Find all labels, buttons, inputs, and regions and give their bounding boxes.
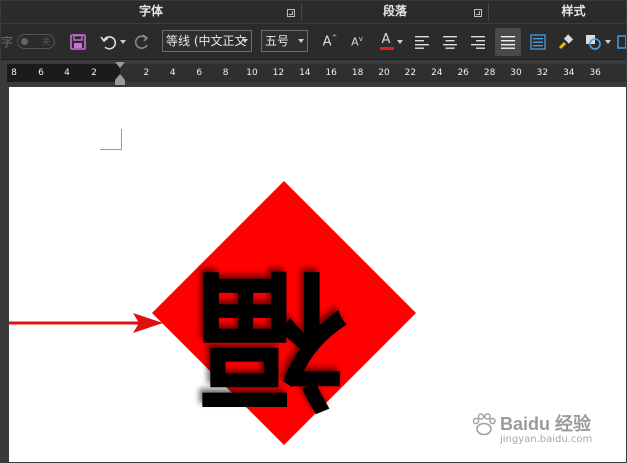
ruler-tick-label: 2	[143, 68, 150, 78]
toggle-knob	[21, 38, 28, 45]
undo-icon	[99, 36, 116, 50]
align-center-icon	[443, 36, 457, 49]
horizontal-ruler[interactable]: 8 6 4 2 2 4 6 8 10 12 14 16 18 20 22 24 26 28 30 32 34 36	[1, 59, 626, 86]
select-icon	[616, 35, 626, 49]
ruler-tick-label: 14	[299, 68, 311, 78]
first-line-indent-marker-icon[interactable]	[115, 62, 125, 68]
justify-button[interactable]	[495, 28, 521, 56]
grow-font-icon: A^	[322, 34, 338, 50]
paragraph-dialog-launcher-icon[interactable]	[474, 9, 482, 17]
ghost-character: 字	[1, 35, 14, 49]
shrink-font-icon: Av	[351, 35, 363, 49]
more-button[interactable]	[615, 24, 626, 60]
group-font: 字体	[1, 1, 301, 23]
format-painter-button[interactable]	[555, 24, 577, 60]
align-left-icon	[415, 36, 429, 49]
group-paragraph: 段落	[302, 1, 488, 23]
ruler-tick-label: 36	[589, 68, 601, 78]
watermark-url: jingyan.baidu.com	[500, 434, 593, 445]
shapes-icon	[585, 35, 601, 50]
group-paragraph-label: 段落	[382, 4, 407, 18]
document-area[interactable]: 福 Baidu 经验 jingyan.baidu.com	[1, 85, 626, 462]
red-arrow-icon	[9, 313, 163, 333]
document-page[interactable]: 福 Baidu 经验 jingyan.baidu.com	[9, 87, 626, 462]
paintbrush-icon	[558, 34, 574, 50]
baidu-paw-icon	[472, 413, 496, 436]
ruler-tick-label: 26	[457, 68, 469, 78]
ruler-tick-label: 34	[563, 68, 575, 78]
font-color-icon: A	[379, 32, 394, 51]
group-styles-label: 样式	[561, 4, 586, 18]
chevron-down-icon	[119, 40, 126, 44]
ruler-tick-label: 20	[378, 68, 390, 78]
app-window: 字体 段落 样式 字 关 等线 (中文正文 五号 A^ Av A 8 6 4 2…	[0, 0, 627, 463]
distributed-icon	[530, 34, 546, 50]
font-color-button[interactable]: A	[376, 24, 406, 60]
ruler-tick-label: 22	[404, 68, 417, 78]
shrink-font-button[interactable]: Av	[346, 24, 368, 60]
undo-button[interactable]	[97, 24, 127, 60]
ruler-tick-label: 4	[169, 68, 176, 78]
grow-font-button[interactable]: A^	[319, 24, 341, 60]
ruler-tick-label: 2	[91, 68, 97, 78]
align-right-button[interactable]	[467, 24, 489, 60]
watermark-brand: Baidu 经验	[500, 414, 592, 434]
baidu-jingyan-watermark: Baidu 经验 jingyan.baidu.com	[470, 410, 610, 450]
ruler-tick-label: 32	[536, 68, 549, 78]
redo-button[interactable]	[131, 24, 153, 60]
ruler-tick-label: 8	[222, 68, 229, 78]
ruler-tick-label: 6	[38, 68, 44, 78]
ruler-tick-label: 8	[11, 68, 17, 78]
chevron-down-icon	[242, 39, 248, 43]
group-font-label: 字体	[138, 4, 163, 18]
align-left-button[interactable]	[411, 24, 433, 60]
ruler-tick-label: 12	[272, 68, 285, 78]
justify-icon	[501, 36, 515, 49]
font-dialog-launcher-icon[interactable]	[287, 9, 295, 17]
chevron-down-icon	[298, 39, 304, 43]
ribbon-group-headers: 字体 段落 样式	[1, 1, 626, 23]
font-size-value: 五号	[265, 34, 290, 48]
ribbon-toolbar: 字 关 等线 (中文正文 五号 A^ Av A	[1, 23, 626, 60]
ruler-tick-label: 28	[483, 68, 496, 78]
ruler-tick-label: 10	[246, 68, 258, 78]
redo-icon	[134, 34, 149, 49]
autosave-toggle[interactable]: 关	[17, 34, 55, 49]
chevron-down-icon	[604, 40, 611, 44]
font-size-dropdown[interactable]: 五号	[261, 30, 308, 52]
ruler-tick-label: 18	[351, 68, 364, 78]
toggle-label: 关	[42, 37, 50, 46]
save-icon	[70, 34, 86, 50]
ruler-tick-label: 6	[196, 68, 203, 78]
ruler-tick-label: 16	[325, 68, 337, 78]
font-name-dropdown[interactable]: 等线 (中文正文	[162, 30, 252, 52]
align-center-button[interactable]	[439, 24, 461, 60]
align-right-icon	[471, 36, 485, 49]
fu-character-upside-down: 福	[196, 250, 347, 426]
font-name-value: 等线 (中文正文	[166, 34, 247, 48]
ruler-tick-label: 24	[431, 68, 443, 78]
chevron-down-icon	[396, 40, 403, 44]
fu-character-glyph: 福	[196, 250, 347, 426]
distributed-align-button[interactable]	[527, 24, 549, 60]
ruler-tick-label: 4	[64, 68, 70, 78]
shapes-button[interactable]	[581, 24, 613, 60]
group-styles: 样式	[489, 1, 626, 23]
ruler-tick-label: 30	[510, 68, 522, 78]
save-button[interactable]	[67, 24, 89, 60]
